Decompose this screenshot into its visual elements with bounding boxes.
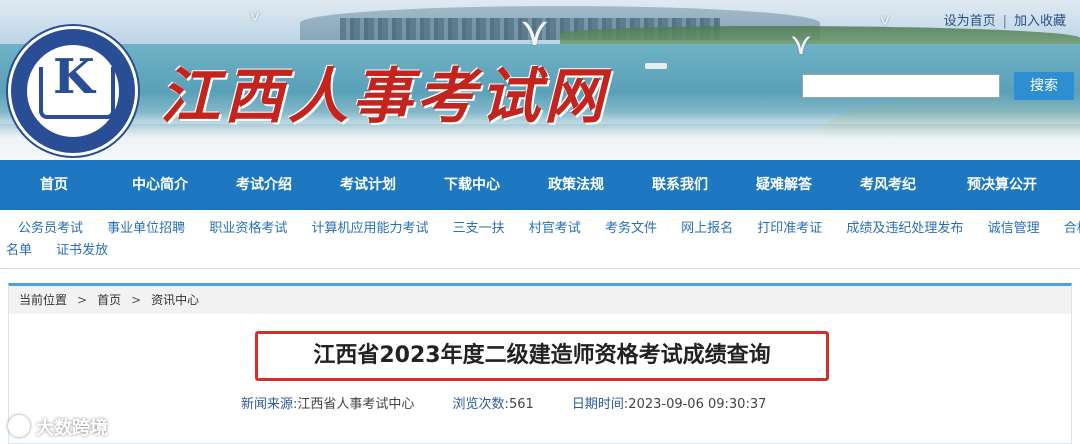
- breadcrumb-news-center[interactable]: 资讯中心: [151, 293, 199, 307]
- bird-icon: ᵛ: [880, 10, 891, 40]
- subnav-village-official[interactable]: 村官考试: [529, 221, 581, 236]
- subnav-online-registration[interactable]: 网上报名: [681, 221, 733, 236]
- subnav-exam-documents[interactable]: 考务文件: [605, 221, 657, 236]
- watermark-text: 大数跨境: [36, 418, 108, 439]
- subnav-sanzhi-yifu[interactable]: 三支一扶: [453, 221, 505, 236]
- crane-icon: ⋎: [520, 9, 550, 55]
- breadcrumb-label: 当前位置: [19, 293, 68, 307]
- subnav-professional-qualification[interactable]: 职业资格考试: [209, 221, 287, 236]
- date-value: 2023-09-06 09:30:37: [628, 397, 767, 412]
- date-label: 日期时间:: [571, 397, 629, 412]
- subnav-public-institution[interactable]: 事业单位招聘: [107, 221, 185, 236]
- watermark: 大数跨境: [8, 414, 108, 440]
- sub-nav-row: 公务员考试 事业单位招聘 职业资格考试 计算机应用能力考试 三支一扶 村官考试 …: [6, 218, 1080, 240]
- banner-boat: [645, 63, 667, 69]
- subnav-qualified-list[interactable]: 合格: [1064, 221, 1080, 236]
- article-panel: 当前位置 > 首页 > 资讯中心 江西省2023年度二级建造师资格考试成绩查询 新闻来源…: [8, 283, 1072, 444]
- search-button[interactable]: 搜索: [1014, 72, 1074, 100]
- views-value: 561: [508, 397, 534, 412]
- bird-icon: ᵛ: [250, 6, 261, 36]
- subnav-qualified-list-cont[interactable]: 名单: [6, 243, 32, 258]
- subnav-results-discipline[interactable]: 成绩及违纪处理发布: [846, 221, 963, 236]
- source-label: 新闻来源:: [241, 397, 298, 412]
- set-homepage-link[interactable]: 设为首页: [944, 14, 996, 29]
- article-meta: 新闻来源:江西省人事考试中心 浏览次数:561 日期时间:2023-09-06 …: [241, 393, 800, 412]
- nav-item-contact[interactable]: 联系我们: [628, 160, 732, 210]
- source-value: 江西省人事考试中心: [297, 397, 415, 412]
- sub-nav: 公务员考试 事业单位招聘 职业资格考试 计算机应用能力考试 三支一扶 村官考试 …: [6, 218, 1080, 262]
- meta-source: 新闻来源:江西省人事考试中心: [241, 397, 414, 412]
- nav-item-policy[interactable]: 政策法规: [524, 160, 628, 210]
- breadcrumb: 当前位置 > 首页 > 资讯中心: [9, 286, 1071, 314]
- logo-emblem: K: [27, 45, 119, 137]
- subnav-civil-service[interactable]: 公务员考试: [18, 221, 83, 236]
- divider: [0, 268, 1080, 269]
- breadcrumb-separator: >: [131, 293, 142, 307]
- nav-item-faq[interactable]: 疑难解答: [732, 160, 836, 210]
- add-favorite-link[interactable]: 加入收藏: [1014, 14, 1066, 29]
- logo-letter: K: [53, 49, 95, 105]
- meta-date: 日期时间:2023-09-06 09:30:37: [572, 397, 766, 412]
- nav-item-discipline[interactable]: 考风考纪: [836, 160, 940, 210]
- header-banner: ⋎ ⋎ ᵛ ᵛ K 江西人事考试网 设为首页 | 加入收藏 搜索: [0, 0, 1080, 160]
- nav-item-downloads[interactable]: 下载中心: [420, 160, 524, 210]
- views-label: 浏览次数:: [452, 397, 509, 412]
- nav-item-budget[interactable]: 预决算公开: [940, 160, 1064, 210]
- nav-item-exam-plan[interactable]: 考试计划: [316, 160, 420, 210]
- search-input[interactable]: [802, 74, 1000, 98]
- subnav-computer-skills[interactable]: 计算机应用能力考试: [311, 221, 428, 236]
- site-logo[interactable]: K: [8, 26, 138, 156]
- sub-nav-row: 名单 证书发放: [6, 240, 1076, 262]
- nav-item-home[interactable]: 首页: [0, 160, 108, 210]
- breadcrumb-separator: >: [77, 293, 88, 307]
- top-links-separator: |: [1002, 14, 1007, 29]
- meta-views: 浏览次数:561: [453, 397, 534, 412]
- watermark-logo-icon: [8, 415, 30, 437]
- nav-item-about[interactable]: 中心简介: [108, 160, 212, 210]
- main-nav: 首页 中心简介 考试介绍 考试计划 下载中心 政策法规 联系我们 疑难解答 考风…: [0, 160, 1080, 210]
- subnav-integrity[interactable]: 诚信管理: [988, 221, 1040, 236]
- top-links: 设为首页 | 加入收藏: [944, 10, 1066, 29]
- crane-icon: ⋎: [790, 27, 812, 62]
- banner-shore: [560, 26, 1080, 46]
- subnav-certificate[interactable]: 证书发放: [56, 243, 108, 258]
- nav-item-exam-intro[interactable]: 考试介绍: [212, 160, 316, 210]
- site-title: 江西人事考试网: [160, 62, 608, 132]
- breadcrumb-home[interactable]: 首页: [97, 293, 121, 307]
- subnav-print-admission[interactable]: 打印准考证: [757, 221, 822, 236]
- article-title: 江西省2023年度二级建造师资格考试成绩查询: [255, 331, 829, 381]
